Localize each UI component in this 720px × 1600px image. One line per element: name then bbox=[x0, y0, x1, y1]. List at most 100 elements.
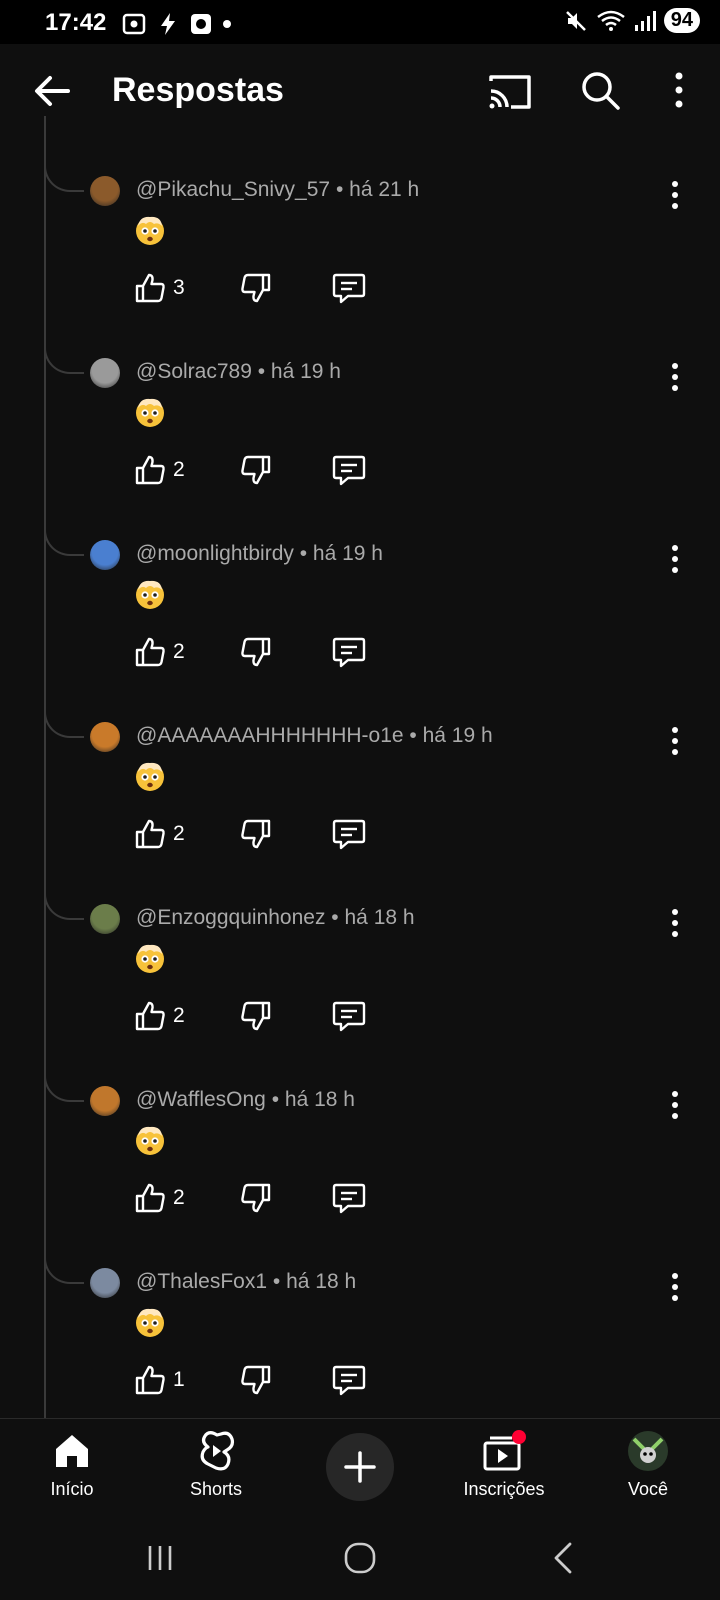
thread-connector bbox=[44, 662, 84, 738]
nav-home[interactable]: Início bbox=[12, 1429, 132, 1509]
avatar[interactable] bbox=[90, 176, 120, 206]
like-button[interactable] bbox=[134, 1000, 166, 1032]
like-button[interactable] bbox=[134, 636, 166, 668]
dislike-button[interactable] bbox=[240, 1182, 272, 1214]
thread-connector bbox=[44, 1208, 84, 1284]
profile-avatar-icon bbox=[628, 1431, 668, 1471]
system-navigation-bar bbox=[0, 1518, 720, 1600]
thread-connector bbox=[44, 116, 84, 192]
reply-button[interactable] bbox=[332, 818, 366, 850]
reply-item: @moonlightbirdy • há 19 h 2 bbox=[0, 480, 720, 702]
dislike-button[interactable] bbox=[240, 1000, 272, 1032]
dislike-button[interactable] bbox=[240, 454, 272, 486]
status-notification-icons bbox=[122, 12, 232, 36]
nav-shorts[interactable]: Shorts bbox=[156, 1429, 276, 1509]
like-button[interactable] bbox=[134, 272, 166, 304]
reply-author[interactable]: @ThalesFox1 bbox=[136, 1270, 267, 1293]
subscriptions-icon bbox=[483, 1430, 526, 1471]
reply-author[interactable]: @AAAAAAAHHHHHHH-o1e bbox=[136, 724, 404, 747]
status-bar: 17:42 94 bbox=[0, 0, 720, 44]
shorts-icon bbox=[200, 1431, 235, 1471]
wifi-icon bbox=[596, 10, 625, 31]
separator-dot: • bbox=[265, 1088, 285, 1111]
dislike-button[interactable] bbox=[240, 272, 272, 304]
like-count: 2 bbox=[173, 640, 185, 663]
reply-item: @Pikachu_Snivy_57 • há 21 h 3 bbox=[0, 116, 720, 338]
dislike-button[interactable] bbox=[240, 1364, 272, 1396]
reply-meta: @Pikachu_Snivy_57 • há 21 h bbox=[136, 178, 419, 202]
avatar[interactable] bbox=[90, 1268, 120, 1298]
status-system-icons: 94 bbox=[564, 8, 700, 33]
avatar[interactable] bbox=[90, 722, 120, 752]
back-arrow-icon[interactable] bbox=[30, 69, 74, 113]
like-button[interactable] bbox=[134, 1182, 166, 1214]
reply-time: há 18 h bbox=[284, 1088, 355, 1111]
reply-item: @AAAAAAAHHHHHHH-o1e • há 19 h 2 bbox=[0, 662, 720, 884]
dislike-button[interactable] bbox=[240, 818, 272, 850]
reply-more-options-icon[interactable] bbox=[664, 542, 686, 576]
app-header: Respostas bbox=[0, 44, 720, 134]
nav-subscriptions[interactable]: Inscrições bbox=[444, 1429, 564, 1509]
more-notifications-dot bbox=[223, 20, 231, 28]
reply-button[interactable] bbox=[332, 636, 366, 668]
avatar[interactable] bbox=[90, 1086, 120, 1116]
avatar[interactable] bbox=[90, 358, 120, 388]
reply-button[interactable] bbox=[332, 454, 366, 486]
home-icon bbox=[56, 1435, 88, 1467]
nav-you-label: Você bbox=[627, 1479, 669, 1499]
search-icon[interactable] bbox=[578, 68, 622, 112]
reply-meta: @Enzoggquinhonez • há 18 h bbox=[136, 906, 415, 930]
dislike-button[interactable] bbox=[240, 636, 272, 668]
cast-icon[interactable] bbox=[485, 69, 533, 113]
reply-button[interactable] bbox=[332, 272, 366, 304]
more-options-icon[interactable] bbox=[664, 68, 694, 112]
nav-you[interactable]: Você bbox=[588, 1429, 708, 1509]
separator-dot: • bbox=[325, 906, 345, 929]
like-count: 2 bbox=[173, 1004, 185, 1027]
thread-connector bbox=[44, 1026, 84, 1102]
battery-indicator: 94 bbox=[663, 8, 700, 33]
reply-author[interactable]: @Pikachu_Snivy_57 bbox=[136, 178, 330, 201]
reply-author[interactable]: @moonlightbirdy bbox=[136, 542, 294, 565]
reply-time: há 19 h bbox=[270, 360, 341, 383]
screenshot-icon bbox=[122, 13, 146, 35]
like-count: 2 bbox=[173, 822, 185, 845]
reply-more-options-icon[interactable] bbox=[664, 906, 686, 940]
reply-item: @ThalesFox1 • há 18 h 1 bbox=[0, 1208, 720, 1430]
reply-author[interactable]: @Enzoggquinhonez bbox=[136, 906, 325, 929]
reply-author[interactable]: @Solrac789 bbox=[136, 360, 252, 383]
reply-button[interactable] bbox=[332, 1000, 366, 1032]
recent-apps-icon[interactable] bbox=[144, 1542, 176, 1574]
reply-button[interactable] bbox=[332, 1364, 366, 1396]
reply-meta: @moonlightbirdy • há 19 h bbox=[136, 542, 383, 566]
create-button[interactable] bbox=[326, 1433, 394, 1501]
reply-button[interactable] bbox=[332, 1182, 366, 1214]
thread-connector bbox=[44, 298, 84, 374]
home-system-icon[interactable] bbox=[342, 1540, 378, 1576]
status-time: 17:42 bbox=[45, 9, 107, 36]
reply-time: há 19 h bbox=[312, 542, 383, 565]
reply-item: @WafflesOng • há 18 h 2 bbox=[0, 1026, 720, 1248]
like-count: 3 bbox=[173, 276, 185, 299]
reply-more-options-icon[interactable] bbox=[664, 360, 686, 394]
reply-more-options-icon[interactable] bbox=[664, 724, 686, 758]
like-button[interactable] bbox=[134, 818, 166, 850]
reply-more-options-icon[interactable] bbox=[664, 178, 686, 212]
separator-dot: • bbox=[403, 724, 423, 747]
avatar[interactable] bbox=[90, 904, 120, 934]
thread-connector bbox=[44, 844, 84, 920]
like-button[interactable] bbox=[134, 1364, 166, 1396]
separator-dot: • bbox=[251, 360, 271, 383]
nav-shorts-label: Shorts bbox=[189, 1479, 243, 1499]
signal-icon bbox=[634, 10, 656, 31]
like-button[interactable] bbox=[134, 454, 166, 486]
reply-author[interactable]: @WafflesOng bbox=[136, 1088, 266, 1111]
avatar[interactable] bbox=[90, 540, 120, 570]
reply-time: há 21 h bbox=[349, 178, 420, 201]
flushed-face-emoji-icon bbox=[134, 1124, 166, 1156]
back-system-icon[interactable] bbox=[548, 1540, 578, 1576]
reply-more-options-icon[interactable] bbox=[664, 1088, 686, 1122]
separator-dot: • bbox=[267, 1270, 287, 1293]
reply-meta: @AAAAAAAHHHHHHH-o1e • há 19 h bbox=[136, 724, 493, 748]
reply-more-options-icon[interactable] bbox=[664, 1270, 686, 1304]
